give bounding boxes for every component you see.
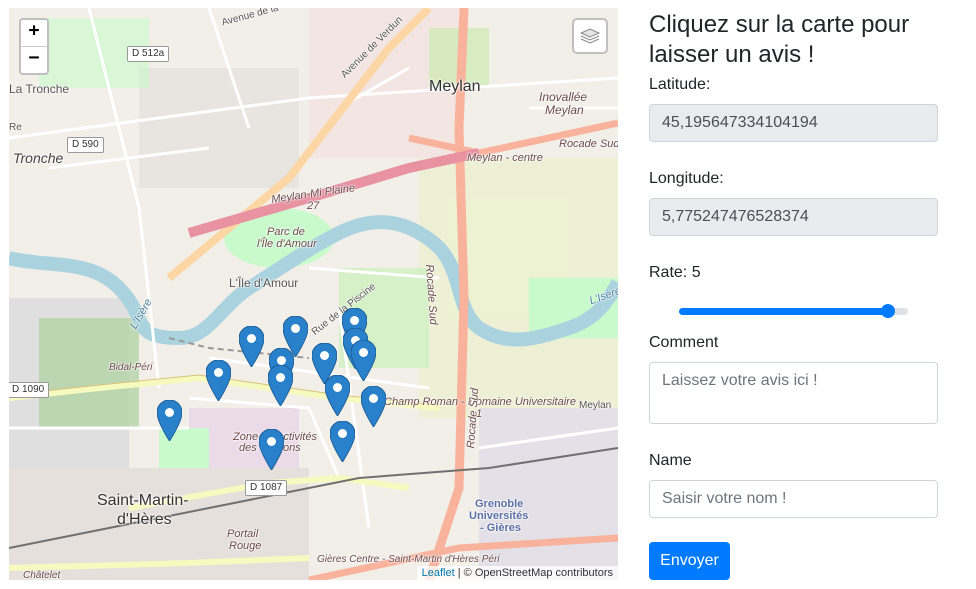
label-bidal: Bidal-Péri [109, 362, 153, 373]
label-grenoble-2: Universités [469, 510, 529, 522]
leaflet-link[interactable]: Leaflet [422, 567, 455, 579]
latitude-field[interactable]: 45,195647334104194 [649, 104, 938, 142]
map-marker-icon[interactable] [205, 359, 232, 402]
label-meylan-27: 27 [307, 200, 320, 212]
layers-icon [579, 28, 601, 44]
badge-d590: D 590 [67, 137, 104, 153]
attribution-text: OpenStreetMap contributors [474, 567, 613, 579]
map-marker-icon[interactable] [329, 420, 356, 463]
label-portail-2: Rouge [229, 540, 262, 552]
map-marker-icon[interactable] [324, 374, 351, 417]
label-rocade-sud: Rocade Sud [559, 138, 618, 150]
slider-fill [679, 308, 888, 315]
label-ile-amour: L'Île d'Amour [229, 276, 299, 290]
layers-button[interactable] [572, 18, 608, 54]
label-grenoble-3: - Gières [480, 522, 521, 534]
badge-d1087: D 1087 [245, 480, 288, 496]
label-meylan: Meylan [429, 78, 481, 95]
longitude-label: Longitude: [649, 170, 724, 187]
label-inovallee-2: Meylan [545, 103, 584, 117]
name-input[interactable]: Saisir votre nom ! [649, 480, 938, 518]
form-title: Cliquez sur la carte pour laisser un avi… [649, 11, 910, 68]
map-attribution: Leaflet | © OpenStreetMap contributors [416, 566, 618, 580]
zoom-control: + − [19, 18, 49, 75]
label-meylan-right: Meylan [579, 400, 612, 411]
attribution-separator: | © [454, 567, 475, 579]
map-marker-icon[interactable] [360, 385, 387, 428]
longitude-field[interactable]: 5,775247476528374 [649, 198, 938, 236]
label-portail: Portail [227, 528, 259, 540]
label-chatelet: Châtelet [23, 570, 61, 580]
label-gieres: Gières Centre - Saint-Martin d'Hères Pér… [317, 554, 500, 565]
label-parc: Parc de [267, 226, 305, 238]
map-marker-icon[interactable] [156, 399, 183, 442]
label-meylan-centre: Meylan - centre [467, 152, 543, 164]
zoom-in-button[interactable]: + [21, 20, 47, 46]
name-label: Name [649, 452, 692, 469]
zoom-out-button[interactable]: − [21, 46, 47, 73]
review-form: Cliquez sur la carte pour laisser un avi… [649, 8, 938, 580]
map-container[interactable]: Meylan La Tronche Tronche Saint-Martin- … [9, 8, 618, 580]
label-saint-martin-2: d'Hères [117, 511, 172, 528]
map-marker-icon[interactable] [238, 325, 265, 368]
map-marker-icon[interactable] [267, 364, 294, 407]
label-la-tronche: La Tronche [9, 82, 70, 96]
label-grenoble: Grenoble [475, 498, 524, 510]
rate-label: Rate: 5 [649, 264, 701, 281]
slider-thumb[interactable] [881, 304, 895, 318]
submit-button[interactable]: Envoyer [649, 542, 730, 580]
rate-slider[interactable] [679, 303, 908, 319]
label-re: Re [9, 122, 22, 133]
label-tronche: Tronche [13, 150, 64, 166]
map-marker-icon[interactable] [350, 339, 377, 382]
comment-textarea[interactable]: Laissez votre avis ici ! [649, 362, 938, 424]
label-saint-martin: Saint-Martin- [97, 492, 189, 509]
label-parc-2: l'Île d'Amour [257, 238, 317, 250]
comment-label: Comment [649, 334, 719, 351]
map-marker-icon[interactable] [258, 428, 285, 471]
label-inovallee: Inovallée [539, 90, 588, 104]
badge-d1090: D 1090 [9, 382, 50, 398]
badge-d512a: D 512a [127, 46, 170, 62]
latitude-label: Latitude: [649, 76, 711, 93]
